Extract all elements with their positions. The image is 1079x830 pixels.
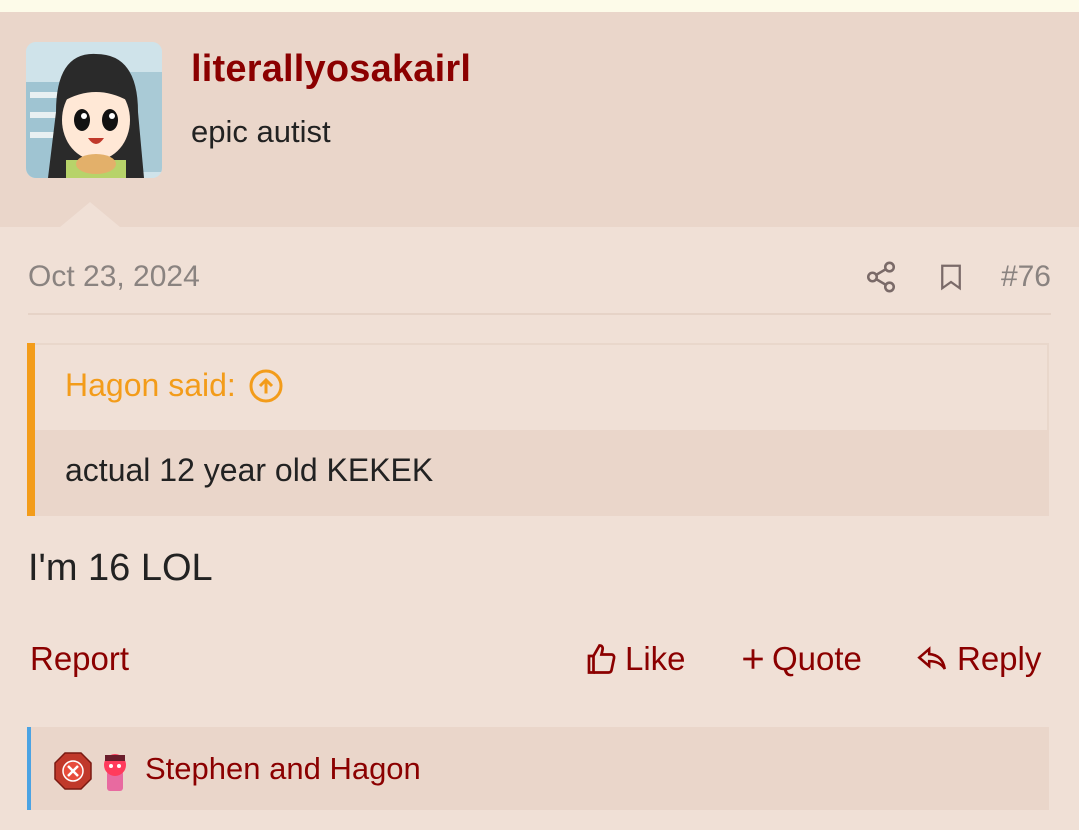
post-footer-actions: Report Like Quote Reply [0,640,1079,688]
reply-button[interactable]: Reply [913,640,1041,678]
user-title: epic autist [191,114,331,149]
post-body: I'm 16 LOL [28,547,213,589]
quote-button[interactable]: Quote [740,640,862,678]
report-button[interactable]: Report [30,640,129,678]
quote-header: Hagon said: [35,343,1049,430]
post-date[interactable]: Oct 23, 2024 [28,260,200,294]
quote-label: Quote [772,640,862,677]
top-strip [0,0,1079,12]
quote-attribution[interactable]: Hagon said: [65,367,284,404]
quote-text: actual 12 year old KEKEK [65,452,434,488]
like-label: Like [625,640,686,677]
forum-post: literallyosakairl epic autist Oct 23, 20… [0,12,1079,830]
reaction-users[interactable]: Stephen and Hagon [145,751,421,787]
arrow-up-circle-icon[interactable] [248,368,284,404]
divider [28,313,1051,315]
bookmark-icon[interactable] [931,257,971,297]
post-meta-actions: #76 [861,254,1051,300]
header-pointer [60,202,120,227]
quote-author[interactable]: Hagon said: [65,367,236,404]
reply-label: Reply [957,640,1042,677]
avatar[interactable] [26,42,162,178]
thumbs-up-icon [587,644,616,674]
character-reaction-icon [104,754,126,791]
user-header: literallyosakairl epic autist [0,12,1079,227]
reaction-icons [53,749,135,793]
post-number-link[interactable]: #76 [1001,260,1051,294]
reply-icon [917,646,947,670]
avatar-image [26,42,162,178]
reactions-bar[interactable]: Stephen and Hagon [27,727,1049,810]
quote-block: Hagon said: actual 12 year old KEKEK [27,343,1049,516]
stop-reaction-icon [54,752,92,790]
username[interactable]: literallyosakairl [191,48,471,91]
plus-icon [743,649,763,669]
like-button[interactable]: Like [583,640,686,678]
quote-content: actual 12 year old KEKEK [35,430,1049,516]
share-icon[interactable] [861,257,901,297]
